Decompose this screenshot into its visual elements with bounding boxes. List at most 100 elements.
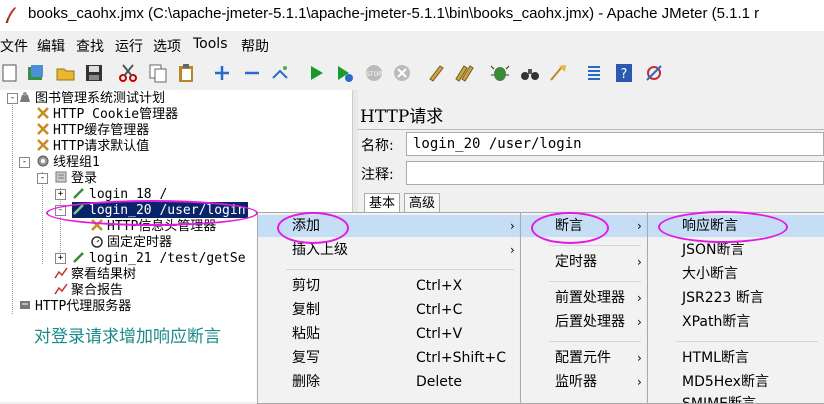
chevron-right-icon: › — [637, 315, 642, 329]
name-field[interactable]: login_20 /user/login — [406, 132, 824, 156]
menu-item-label: 粘贴 — [292, 326, 320, 342]
tree-item-proxy-server[interactable]: HTTP代理服务器 — [18, 298, 131, 314]
menu-item-config-elements[interactable]: 配置元件 › — [521, 347, 647, 369]
shutdown-icon[interactable] — [392, 63, 412, 83]
tree-item-login-controller[interactable]: 登录 — [54, 170, 97, 186]
tree-item-test-plan[interactable]: 图书管理系统测试计划 — [18, 90, 165, 106]
clear-icon[interactable] — [426, 63, 446, 83]
menu-separator — [549, 341, 641, 342]
annotation-oval-add — [277, 212, 349, 244]
paste-icon[interactable] — [176, 63, 196, 83]
annotation-oval-assertions — [531, 212, 609, 244]
menu-item-cut[interactable]: 剪切 Ctrl+X — [258, 275, 520, 297]
comment-label: 注释: — [361, 167, 394, 183]
tree-expand-toggle[interactable]: + — [55, 253, 66, 264]
menu-item-label: 前置处理器 — [555, 290, 625, 306]
chevron-right-icon: › — [637, 219, 642, 233]
menu-tools[interactable]: Tools — [193, 36, 228, 52]
menu-separator — [676, 341, 818, 342]
menu-item-shortcut: Ctrl+Shift+C — [416, 350, 506, 366]
menu-options[interactable]: 选项 — [153, 36, 181, 56]
new-icon[interactable] — [0, 63, 20, 83]
tree-item-label: login_21 /test/getSe — [89, 251, 246, 266]
menu-item-xpath-assertion[interactable]: XPath断言 — [648, 311, 824, 333]
window-title: books_caohx.jmx (C:\apache-jmeter-5.1.1\… — [28, 5, 760, 22]
menu-item-label: MD5Hex断言 — [682, 374, 769, 390]
tab-basic[interactable]: 基本 — [364, 193, 401, 214]
panel-title: HTTP请求 — [360, 107, 444, 127]
menu-help[interactable]: 帮助 — [241, 36, 269, 56]
tree-collapse-toggle[interactable]: - — [37, 173, 48, 184]
reset-search-icon[interactable] — [548, 63, 568, 83]
tree-item-label: 线程组1 — [53, 155, 100, 170]
tree-item-constant-timer[interactable]: 固定定时器 — [90, 234, 172, 250]
menu-item-timers[interactable]: 定时器 › — [521, 251, 647, 273]
menu-item-md5hex-assertion[interactable]: MD5Hex断言 — [648, 371, 824, 393]
toggle-icon[interactable] — [270, 63, 290, 83]
copy-icon[interactable] — [148, 63, 168, 83]
tree-item-label: 察看结果树 — [71, 267, 137, 282]
annotation-caption: 对登录请求增加响应断言 — [34, 327, 221, 347]
tab-advanced[interactable]: 高级 — [404, 193, 441, 214]
tree-item-label: HTTP缓存管理器 — [53, 123, 150, 138]
comment-field[interactable] — [406, 161, 824, 185]
tree-item-label: 登录 — [71, 171, 98, 186]
start-no-pause-icon[interactable] — [334, 63, 354, 83]
menu-search[interactable]: 查找 — [76, 36, 104, 56]
collapse-icon[interactable] — [242, 63, 262, 83]
tree-collapse-toggle[interactable]: - — [7, 93, 18, 104]
chevron-right-icon: › — [510, 243, 515, 257]
listener-chart-icon — [54, 282, 68, 296]
expand-icon[interactable] — [212, 63, 232, 83]
tree-item-cookie-manager[interactable]: HTTP Cookie管理器 — [36, 106, 178, 122]
menu-separator — [286, 269, 514, 270]
tree-item-thread-group[interactable]: 线程组1 — [36, 154, 100, 170]
menu-item-listeners[interactable]: 监听器 › — [521, 371, 647, 393]
menu-item-delete[interactable]: 删除 Delete — [258, 371, 520, 393]
tree-item-results-tree[interactable]: 察看结果树 — [54, 266, 136, 282]
panel-divider — [358, 129, 824, 130]
binoculars-icon[interactable] — [520, 63, 540, 83]
cut-icon[interactable] — [118, 63, 138, 83]
tree-guide-line — [42, 172, 43, 264]
search-icon[interactable] — [490, 63, 510, 83]
stopwatch-icon — [90, 234, 104, 248]
tree-item-cache-manager[interactable]: HTTP缓存管理器 — [36, 122, 149, 138]
tree-item-label: 聚合报告 — [71, 283, 124, 298]
menu-item-pre-processors[interactable]: 前置处理器 › — [521, 287, 647, 309]
save-icon[interactable] — [84, 63, 104, 83]
gear-icon — [36, 154, 50, 168]
function-helper-icon[interactable] — [584, 63, 604, 83]
tree-item-label: 固定定时器 — [107, 235, 173, 250]
menu-item-post-processors[interactable]: 后置处理器 › — [521, 311, 647, 333]
menu-item-label: 删除 — [292, 374, 320, 390]
templates-icon[interactable] — [26, 63, 46, 83]
menu-item-size-assertion[interactable]: 大小断言 — [648, 263, 824, 285]
menu-edit[interactable]: 编辑 — [37, 36, 65, 56]
menu-item-copy[interactable]: 复制 Ctrl+C — [258, 299, 520, 321]
menu-item-html-assertion[interactable]: HTML断言 — [648, 347, 824, 369]
menu-run[interactable]: 运行 — [115, 36, 143, 56]
open-icon[interactable] — [56, 63, 76, 83]
menu-item-label: 剪切 — [292, 278, 320, 294]
menu-file[interactable]: 文件 — [0, 36, 28, 56]
tree-item-request-defaults[interactable]: HTTP请求默认值 — [36, 138, 149, 154]
tree-collapse-toggle[interactable]: - — [19, 157, 30, 168]
menu-item-duplicate[interactable]: 复写 Ctrl+Shift+C — [258, 347, 520, 369]
remote-icon[interactable] — [644, 63, 664, 83]
chevron-right-icon: › — [637, 291, 642, 305]
tree-item-login-21[interactable]: login_21 /test/getSe — [72, 250, 246, 266]
tree-expand-toggle[interactable]: + — [55, 189, 66, 200]
tree-guide-line — [12, 102, 13, 314]
tree-item-aggregate-report[interactable]: 聚合报告 — [54, 282, 123, 298]
menu-item-paste[interactable]: 粘贴 Ctrl+V — [258, 323, 520, 345]
stop-icon[interactable]: STOP — [364, 63, 384, 83]
help-icon[interactable]: ? — [614, 63, 634, 83]
menu-item-jsr223-assertion[interactable]: JSR223 断言 — [648, 287, 824, 309]
menu-item-shortcut: Ctrl+C — [416, 302, 463, 318]
start-icon[interactable] — [306, 63, 326, 83]
menu-item-label: 监听器 — [555, 374, 597, 390]
clear-all-icon[interactable] — [454, 63, 474, 83]
jmeter-feather-icon — [5, 7, 16, 24]
menu-item-smime-assertion[interactable]: SMIME断言 — [648, 393, 824, 403]
